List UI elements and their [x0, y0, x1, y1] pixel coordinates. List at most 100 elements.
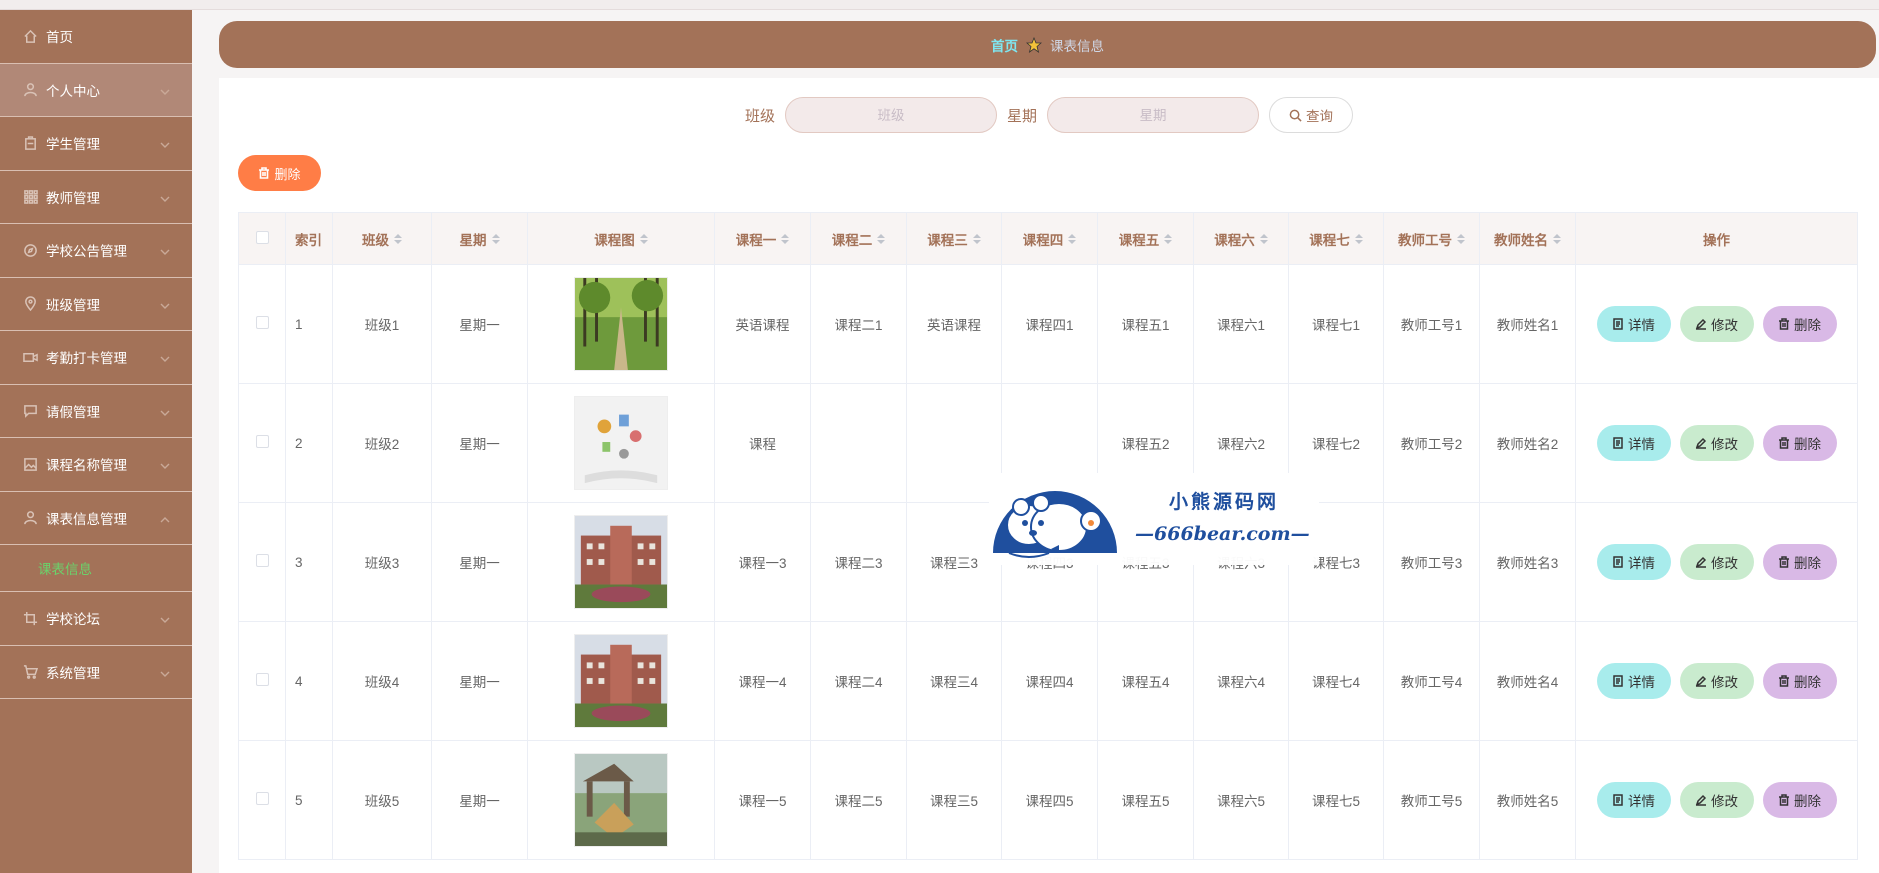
sidebar-item-student-management[interactable]: 学生管理: [0, 117, 192, 171]
header-teacher-name-label: 教师姓名: [1494, 232, 1548, 248]
sort-icon[interactable]: [877, 233, 886, 244]
sidebar-item-timetable-management[interactable]: 课表信息管理: [0, 492, 192, 545]
sidebar-item-leave-management[interactable]: 请假管理: [0, 385, 192, 438]
sort-icon[interactable]: [781, 233, 790, 244]
header-course-2[interactable]: 课程二: [810, 212, 907, 265]
edit-button[interactable]: 修改: [1679, 306, 1754, 342]
query-button[interactable]: 查询: [1269, 97, 1354, 133]
header-image-label: 课程图: [594, 232, 635, 248]
cell-ops: 详情 修改 删除: [1575, 740, 1858, 860]
edit-button[interactable]: 修改: [1679, 663, 1754, 699]
cell-course-3: 课程三3: [906, 502, 1002, 622]
detail-button[interactable]: 详情: [1596, 544, 1671, 580]
row-checkbox[interactable]: [255, 792, 269, 805]
delete-button[interactable]: 删除: [1762, 544, 1837, 580]
sort-icon[interactable]: [491, 233, 500, 244]
cell-ops: 详情 修改 删除: [1575, 264, 1858, 384]
header-course-5[interactable]: 课程五: [1097, 212, 1194, 265]
delete-button[interactable]: 删除: [1762, 663, 1837, 699]
header-course-5-label: 课程五: [1118, 232, 1160, 248]
header-course-3[interactable]: 课程三: [906, 212, 1002, 265]
sidebar-item-personal-center[interactable]: 个人中心: [0, 63, 192, 117]
header-course-4[interactable]: 课程四: [1001, 212, 1098, 265]
cell-teacher-no: 教师工号3: [1383, 502, 1480, 622]
sidebar-item-system-management[interactable]: 系统管理: [0, 646, 192, 699]
sidebar-item-label: 教师管理: [46, 190, 100, 206]
header-course-6[interactable]: 课程六: [1193, 212, 1289, 265]
cell-course-1: 课程一5: [714, 740, 811, 860]
cell-course-6: 课程六5: [1193, 740, 1289, 860]
header-week[interactable]: 星期: [431, 212, 528, 265]
header-ops: 操作: [1575, 212, 1858, 265]
week-filter-label: 星期: [1007, 107, 1038, 125]
chevron-down-icon: [160, 85, 170, 95]
sidebar-item-class-management[interactable]: 班级管理: [0, 278, 192, 331]
delete-button-label: 删除: [1794, 794, 1821, 809]
header-teacher-name[interactable]: 教师姓名: [1479, 212, 1576, 265]
cell-class: 班级3: [332, 502, 432, 622]
cell-course-2: 课程二4: [810, 621, 907, 741]
course-image[interactable]: [574, 396, 668, 490]
sort-icon[interactable]: [972, 233, 981, 244]
sidebar-subitem-timetable-info[interactable]: 课表信息: [0, 545, 192, 592]
course-image[interactable]: [574, 634, 668, 728]
sidebar-item-home[interactable]: 首页: [0, 10, 192, 64]
sort-icon[interactable]: [1457, 233, 1465, 244]
edit-button-label: 修改: [1711, 794, 1738, 809]
week-filter-input[interactable]: [1047, 97, 1260, 133]
breadcrumb-home-link[interactable]: 首页: [991, 35, 1018, 55]
document-icon: [1612, 437, 1624, 449]
row-checkbox[interactable]: [255, 316, 269, 329]
breadcrumb: 首页 课表信息: [219, 21, 1876, 68]
sort-icon[interactable]: [1164, 233, 1173, 244]
detail-button[interactable]: 详情: [1596, 782, 1671, 818]
course-image[interactable]: [574, 753, 668, 847]
course-image[interactable]: [574, 515, 668, 609]
trash-icon: [1778, 794, 1790, 806]
delete-button[interactable]: 删除: [1762, 782, 1837, 818]
sidebar-item-course-name-management[interactable]: 课程名称管理: [0, 438, 192, 492]
detail-button[interactable]: 详情: [1596, 425, 1671, 461]
row-checkbox[interactable]: [255, 435, 269, 448]
row-checkbox[interactable]: [255, 673, 269, 686]
cell-course-5: 课程五4: [1097, 621, 1194, 741]
edit-button[interactable]: 修改: [1679, 544, 1754, 580]
sort-icon[interactable]: [1068, 233, 1077, 244]
header-class[interactable]: 班级: [332, 212, 432, 265]
cell-class: 班级5: [332, 740, 432, 860]
delete-button[interactable]: 删除: [1762, 425, 1837, 461]
detail-button[interactable]: 详情: [1596, 306, 1671, 342]
row-select-cell: [238, 264, 286, 384]
row-checkbox[interactable]: [255, 554, 269, 567]
delete-button[interactable]: 删除: [1762, 306, 1837, 342]
watermark-url: —666bear.com—: [1135, 523, 1310, 545]
sort-icon[interactable]: [1553, 233, 1561, 244]
header-teacher-no[interactable]: 教师工号: [1383, 212, 1480, 265]
sidebar-item-attendance-management[interactable]: 考勤打卡管理: [0, 331, 192, 385]
select-all-checkbox[interactable]: [255, 230, 269, 244]
sort-icon[interactable]: [1259, 233, 1268, 244]
sidebar-item-teacher-management[interactable]: 教师管理: [0, 171, 192, 224]
course-image[interactable]: [574, 277, 668, 371]
delete-button-label: 删除: [1794, 556, 1821, 571]
breadcrumb-current: 课表信息: [1050, 38, 1104, 54]
sort-icon[interactable]: [1354, 233, 1363, 244]
document-icon: [1612, 318, 1624, 330]
cell-teacher-no: 教师工号2: [1383, 383, 1480, 503]
cell-course-2: 课程二1: [810, 264, 907, 384]
sidebar-item-announcement-management[interactable]: 学校公告管理: [0, 224, 192, 278]
header-course-1[interactable]: 课程一: [714, 212, 811, 265]
edit-button[interactable]: 修改: [1679, 782, 1754, 818]
sort-icon[interactable]: [394, 233, 402, 244]
bulk-delete-button[interactable]: 删除: [238, 155, 321, 191]
home-icon: [22, 28, 38, 44]
sort-icon[interactable]: [639, 233, 648, 244]
detail-button-label: 详情: [1628, 794, 1655, 809]
header-image[interactable]: 课程图: [527, 212, 715, 265]
detail-button[interactable]: 详情: [1596, 663, 1671, 699]
edit-button[interactable]: 修改: [1679, 425, 1754, 461]
class-filter-input[interactable]: [785, 97, 997, 133]
cell-class: 班级1: [332, 264, 432, 384]
header-course-7[interactable]: 课程七: [1288, 212, 1384, 265]
sidebar-item-school-forum[interactable]: 学校论坛: [0, 592, 192, 646]
